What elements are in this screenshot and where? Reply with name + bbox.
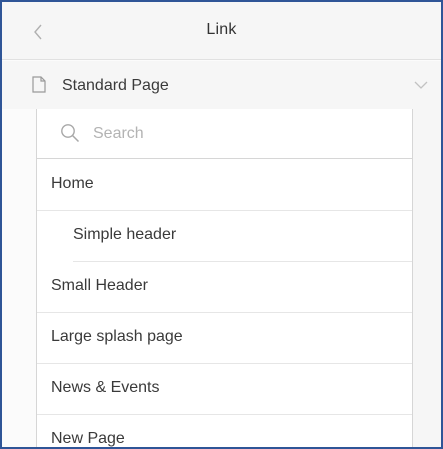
page-list: Home Simple header Small Header Large sp…	[37, 160, 412, 447]
page-item-label: Home	[51, 175, 94, 192]
search-icon	[61, 124, 80, 143]
page-item-label: Small Header	[51, 277, 148, 294]
page-item-home[interactable]: Home	[37, 160, 412, 211]
page-item-large-splash-page[interactable]: Large splash page	[37, 313, 412, 364]
page-item-small-header[interactable]: Small Header	[37, 262, 412, 313]
page-item-label: News & Events	[51, 379, 160, 396]
link-picker-window: Link Standard Page Home Simple header	[0, 0, 443, 449]
header-title: Link	[206, 21, 237, 38]
page-icon	[32, 76, 46, 93]
page-item-label: New Page	[51, 430, 125, 447]
page-item-new-page[interactable]: New Page	[37, 415, 412, 447]
search-input[interactable]	[93, 121, 393, 147]
chevron-down-icon	[414, 81, 428, 89]
page-item-news-events[interactable]: News & Events	[37, 364, 412, 415]
page-type-label: Standard Page	[62, 77, 169, 94]
page-item-label: Simple header	[73, 226, 177, 243]
page-type-select[interactable]: Standard Page	[2, 61, 441, 109]
background-column	[413, 109, 441, 447]
page-item-label: Large splash page	[51, 328, 183, 345]
search-bar	[37, 109, 412, 159]
header-bar: Link	[2, 2, 441, 60]
page-item-simple-header[interactable]: Simple header	[37, 211, 412, 262]
page-list-dropdown: Home Simple header Small Header Large sp…	[36, 109, 413, 447]
